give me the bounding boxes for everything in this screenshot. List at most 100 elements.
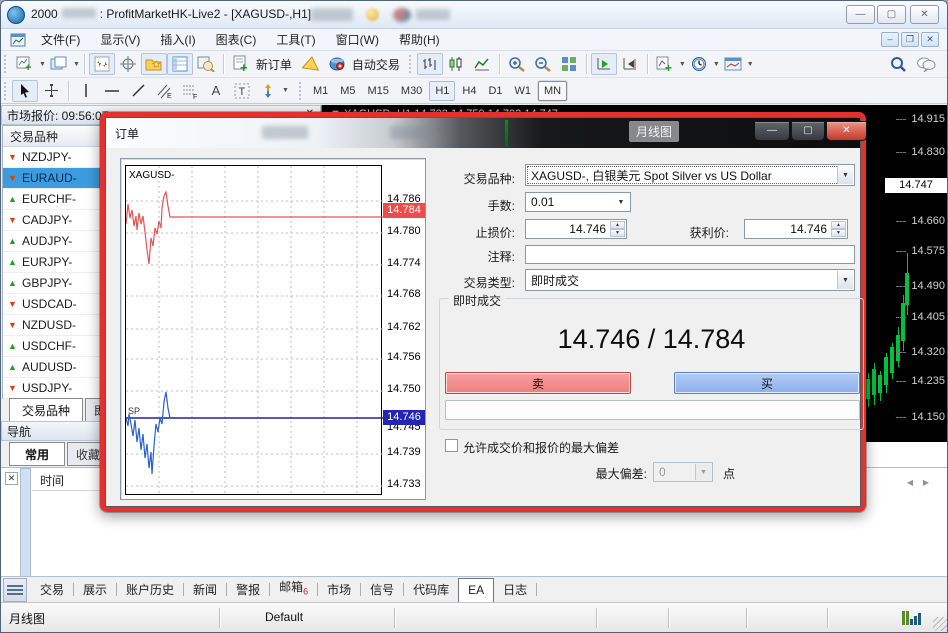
tab-ea[interactable]: EA [458, 578, 494, 603]
sell-button[interactable]: 卖 [445, 372, 631, 394]
terminal-close-icon[interactable]: ✕ [5, 472, 18, 485]
maximize-button[interactable]: ▢ [877, 5, 906, 24]
new-order-button[interactable]: 新订单 [256, 56, 292, 73]
new-order-icon[interactable]: + [228, 53, 254, 75]
tab-mailbox[interactable]: 邮箱6 [270, 575, 317, 603]
new-chart-dropdown[interactable]: ▼ [39, 61, 46, 68]
text-label-tool-button[interactable]: T [229, 80, 255, 102]
child-minimize-button[interactable]: – [881, 32, 899, 47]
bar-chart-button[interactable] [417, 53, 443, 75]
line-chart-button[interactable] [469, 53, 495, 75]
arrows-dropdown[interactable]: ▼ [282, 87, 289, 94]
crosshair-navigator-button[interactable] [115, 53, 141, 75]
chevron-down-icon[interactable]: ▼ [837, 166, 853, 184]
menu-file[interactable]: 文件(F) [31, 29, 90, 51]
fibonacci-tool-button[interactable]: F [177, 80, 203, 102]
tab-code-base[interactable]: 代码库 [404, 578, 458, 602]
tab-signals[interactable]: 信号 [361, 578, 403, 602]
risk-warning-icon[interactable] [298, 53, 324, 75]
chevron-down-icon[interactable]: ▼ [837, 271, 853, 289]
cursor-tool-button[interactable] [12, 80, 38, 102]
menu-view[interactable]: 显示(V) [90, 29, 150, 51]
buy-button[interactable]: 买 [674, 372, 860, 394]
tile-windows-button[interactable] [556, 53, 582, 75]
child-close-button[interactable]: ✕ [921, 32, 939, 47]
timeframe-h4-button[interactable]: H4 [457, 81, 481, 101]
scroll-right-icon[interactable]: ▶ [923, 478, 929, 487]
tab-journal[interactable]: 日志 [494, 578, 536, 602]
timeframe-w1-button[interactable]: W1 [510, 81, 537, 101]
new-chart-button[interactable]: + [12, 53, 38, 75]
order-type-combobox[interactable]: 即时成交▼ [525, 269, 855, 291]
trendline-tool-button[interactable] [125, 80, 151, 102]
auto-trading-icon[interactable] [324, 53, 350, 75]
profiles-dropdown[interactable]: ▼ [73, 61, 80, 68]
comment-input[interactable] [525, 245, 855, 264]
templates-dropdown[interactable]: ▼ [747, 61, 754, 68]
horizontal-line-tool-button[interactable] [99, 80, 125, 102]
menu-window[interactable]: 窗口(W) [326, 29, 389, 51]
status-profile[interactable]: Default [265, 610, 303, 624]
menu-help[interactable]: 帮助(H) [389, 29, 450, 51]
symbol-combobox[interactable]: XAGUSD-, 白银美元 Spot Silver vs US Dollar▼ [525, 164, 855, 186]
crosshair-tool-button[interactable] [38, 80, 64, 102]
menu-charts[interactable]: 图表(C) [206, 29, 267, 51]
dialog-close-button[interactable]: ✕ [826, 121, 867, 141]
zoom-in-button[interactable] [504, 53, 530, 75]
timeframe-m5-button[interactable]: M5 [335, 81, 360, 101]
tab-account-history[interactable]: 账户历史 [117, 578, 183, 602]
text-tool-button[interactable]: A [203, 80, 229, 102]
templates-button[interactable] [720, 53, 746, 75]
arrows-tool-button[interactable] [255, 80, 281, 102]
tab-exposure[interactable]: 展示 [74, 578, 116, 602]
menu-tools[interactable]: 工具(T) [266, 29, 325, 51]
chat-icon[interactable] [913, 53, 939, 75]
menu-insert[interactable]: 插入(I) [150, 29, 205, 51]
chart-shift-button[interactable] [617, 53, 643, 75]
dialog-title-bar[interactable]: 订单 × 月线图 — ▢ ✕ [106, 118, 860, 148]
market-watch-toggle-button[interactable] [89, 53, 115, 75]
auto-trading-button[interactable]: 自动交易 [352, 56, 400, 73]
timeframe-mn-button[interactable]: MN [538, 81, 567, 101]
timeframe-m1-button[interactable]: M1 [308, 81, 333, 101]
vertical-line-tool-button[interactable] [73, 80, 99, 102]
toolbar-grip[interactable] [4, 55, 9, 73]
timeframe-m15-button[interactable]: M15 [363, 81, 394, 101]
tab-market[interactable]: 市场 [318, 578, 360, 602]
auto-scroll-button[interactable] [591, 53, 617, 75]
terminal-tab-strip[interactable] [20, 468, 31, 577]
close-button[interactable]: ✕ [910, 5, 939, 24]
dialog-maximize-button[interactable]: ▢ [791, 121, 825, 141]
timeframe-h1-button[interactable]: H1 [429, 81, 455, 101]
scroll-left-icon[interactable]: ◀ [907, 478, 913, 487]
indicators-button[interactable]: + [652, 53, 678, 75]
tab-news[interactable]: 新闻 [184, 578, 226, 602]
data-window-button[interactable] [167, 53, 193, 75]
favorites-button[interactable] [141, 53, 167, 75]
minimize-button[interactable]: — [846, 5, 875, 24]
child-restore-button[interactable]: ❐ [901, 32, 919, 47]
tab-common[interactable]: 常用 [9, 442, 65, 466]
candlestick-chart-button[interactable] [443, 53, 469, 75]
max-deviation-checkbox[interactable] [445, 439, 458, 452]
indicators-dropdown[interactable]: ▼ [679, 61, 686, 68]
tab-alerts[interactable]: 警报 [227, 578, 269, 602]
zoom-out-button[interactable] [530, 53, 556, 75]
tab-trade[interactable]: 交易 [31, 578, 73, 602]
periods-button[interactable] [686, 53, 712, 75]
profiles-button[interactable] [46, 53, 72, 75]
chevron-down-icon[interactable]: ▼ [613, 194, 629, 210]
dialog-minimize-button[interactable]: — [754, 121, 790, 141]
spin-up-icon[interactable]: ▲ [831, 221, 846, 229]
periods-dropdown[interactable]: ▼ [713, 61, 720, 68]
timeframe-m30-button[interactable]: M30 [396, 81, 427, 101]
spin-down-icon[interactable]: ▼ [831, 229, 846, 237]
tab-symbols[interactable]: 交易品种 [9, 398, 83, 421]
timeframe-d1-button[interactable]: D1 [483, 81, 507, 101]
strategy-tester-button[interactable] [193, 53, 219, 75]
take-profit-spinner[interactable]: 14.746▲▼ [744, 219, 848, 239]
volume-combobox[interactable]: 0.01▼ [525, 192, 631, 212]
resize-grip[interactable] [933, 617, 947, 631]
terminal-vertical-tab-button[interactable] [3, 578, 27, 602]
channel-tool-button[interactable]: E [151, 80, 177, 102]
